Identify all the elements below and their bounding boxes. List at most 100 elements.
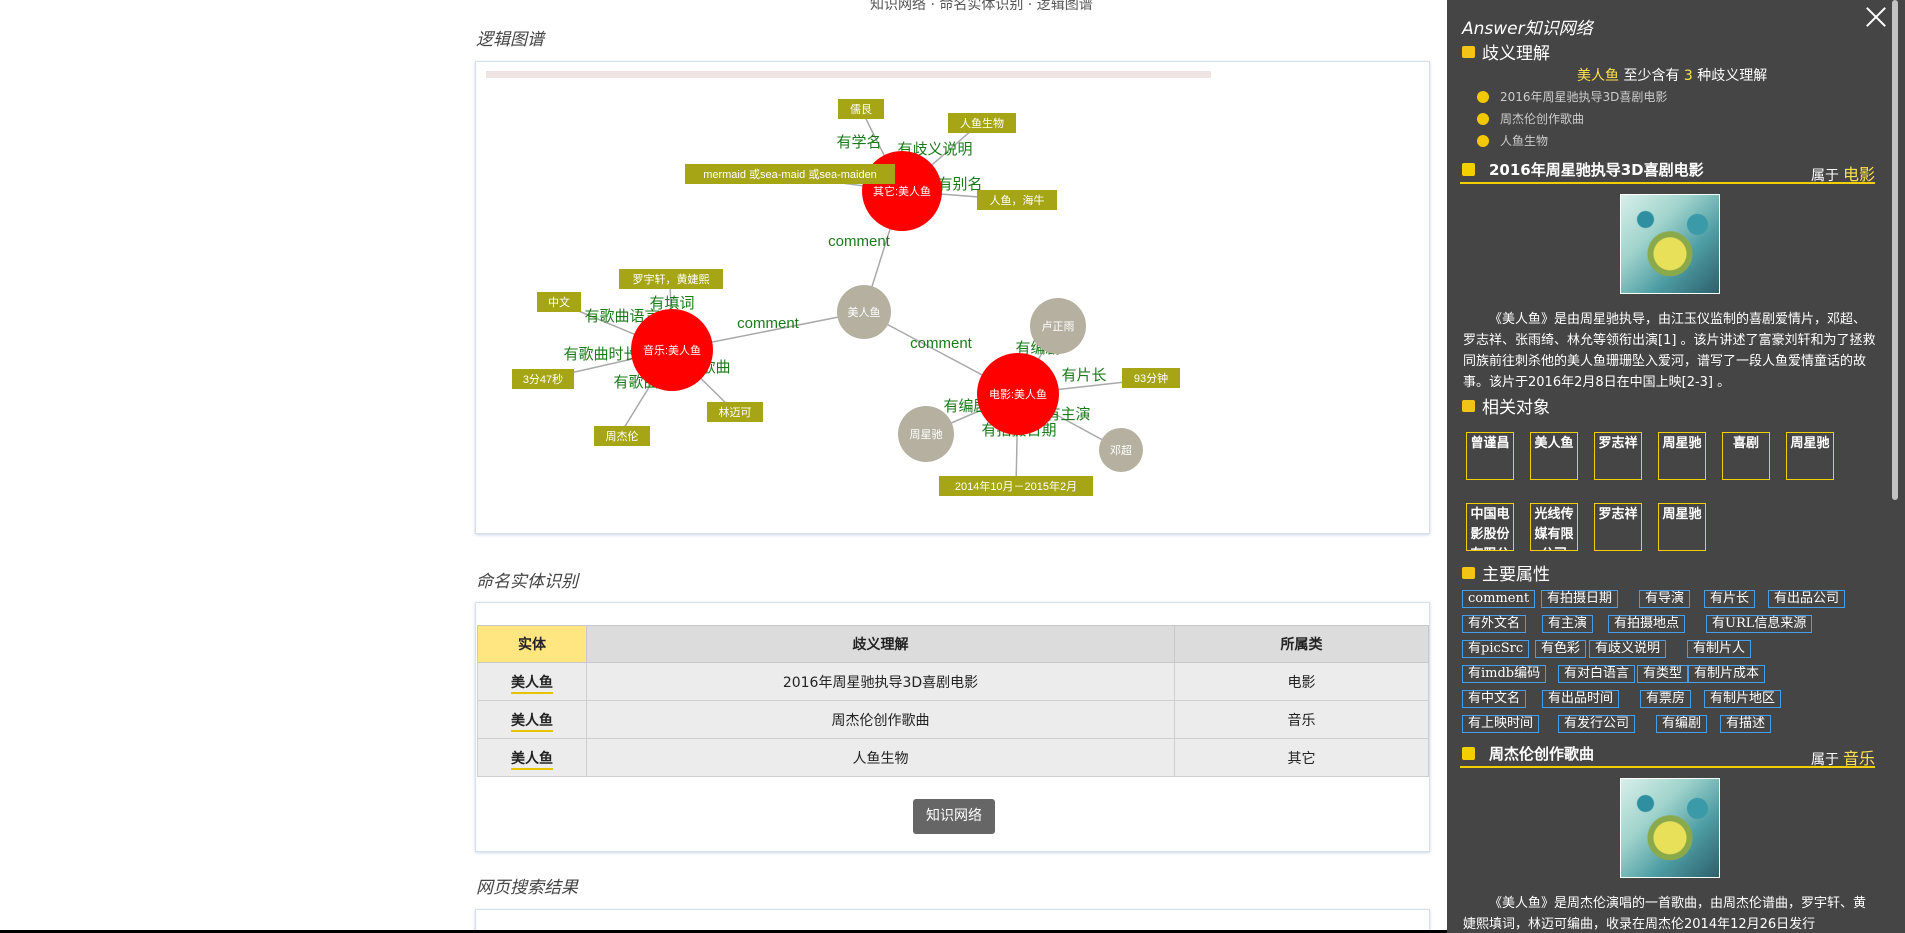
bullet-dot-icon (1477, 134, 1489, 147)
attribute-tag[interactable]: 有导演 (1639, 590, 1691, 608)
attribute-tag[interactable]: 有picSrc (1462, 640, 1530, 658)
attributes-heading: 主要属性 (1462, 560, 1550, 585)
ner-section-title: 命名实体识别 (476, 572, 578, 592)
related-heading-label: 相关对象 (1482, 398, 1550, 418)
attribute-tag[interactable]: 有色彩 (1535, 640, 1587, 658)
attributes-heading-label: 主要属性 (1482, 565, 1550, 585)
attribute-tag[interactable]: 有imdb编码 (1462, 665, 1547, 683)
attribute-tag[interactable]: 有制片成本 (1688, 665, 1766, 683)
related-item[interactable]: 曾谨昌 (1466, 432, 1514, 480)
drawer-scrollbar[interactable] (1892, 0, 1898, 500)
list-item[interactable]: 2016年周星驰执导3D喜剧电影 (1477, 86, 1667, 108)
thumbs-up-icon (1462, 400, 1475, 412)
sense-belong: 属于 音乐 (1811, 745, 1875, 769)
sense-title: 周杰伦创作歌曲 (1489, 745, 1595, 763)
sense-list-label: 2016年周星驰执导3D喜剧电影 (1500, 90, 1668, 104)
attribute-tag[interactable]: 有外文名 (1462, 615, 1527, 633)
category-cell: 其它 (1174, 738, 1429, 777)
attribute-tag[interactable]: 有类型 (1637, 665, 1689, 683)
node-label: 电影:美人鱼 (989, 387, 1047, 401)
table-row[interactable]: 美人鱼 人鱼生物 其它 (477, 738, 1429, 777)
song-cover-image (1620, 778, 1720, 878)
sense-list-label: 人鱼生物 (1500, 134, 1549, 148)
close-icon[interactable] (1863, 4, 1889, 30)
attribute-tag[interactable]: 有主演 (1542, 615, 1594, 633)
tag-label: 93分钟 (1134, 371, 1168, 385)
logic-graph-panel: comment comment comment 有学名 有歧义说明 有别名 有填… (475, 61, 1430, 534)
senses-list: 2016年周星驰执导3D喜剧电影 周杰伦创作歌曲 人鱼生物 (1477, 86, 1667, 152)
attribute-tag[interactable]: 有编剧 (1656, 715, 1708, 733)
edge-label: 有歌曲时长 (563, 346, 638, 363)
square-icon (1462, 747, 1475, 760)
attribute-tag[interactable]: 有URL信息来源 (1706, 615, 1813, 633)
attribute-tag[interactable]: 有票房 (1640, 690, 1692, 708)
related-item[interactable]: 罗志祥 (1594, 503, 1642, 551)
edge-label: 有别名 (937, 176, 982, 193)
knowledge-graph[interactable]: comment comment comment 有学名 有歧义说明 有别名 有填… (476, 62, 1431, 535)
list-item[interactable]: 周杰伦创作歌曲 (1477, 108, 1667, 130)
knowledge-network-button[interactable]: 知识网络 (913, 799, 995, 834)
related-item[interactable]: 美人鱼 (1530, 432, 1578, 480)
related-item[interactable]: 喜剧 (1722, 432, 1770, 480)
movie-poster-image (1620, 194, 1720, 294)
edge-label: 有学名 (836, 134, 881, 151)
attribute-tag[interactable]: 有拍摄地点 (1608, 615, 1686, 633)
related-heading: 相关对象 (1462, 393, 1550, 418)
attribute-tag[interactable]: 有歧义说明 (1589, 640, 1667, 658)
knowledge-network-drawer: Answer知识网络 歧义理解 美人鱼 至少含有 3 种歧义理解 2016年周星… (1447, 0, 1905, 933)
attribute-tag[interactable]: 有拍摄日期 (1541, 590, 1619, 608)
table-row[interactable]: 美人鱼 周杰伦创作歌曲 音乐 (477, 700, 1429, 739)
related-item[interactable]: 光线传媒有限公司 (1530, 503, 1578, 551)
list-item[interactable]: 人鱼生物 (1477, 130, 1667, 152)
graph-section-title: 逻辑图谱 (476, 30, 544, 50)
entity-cell: 美人鱼 (511, 674, 553, 694)
attribute-tag[interactable]: 有制片地区 (1704, 690, 1782, 708)
square-icon (1462, 163, 1475, 176)
attribute-tag[interactable]: 有发行公司 (1558, 715, 1636, 733)
belong-category-link[interactable]: 音乐 (1843, 749, 1875, 768)
column-header-category: 所属类 (1174, 625, 1429, 663)
category-cell: 音乐 (1174, 700, 1429, 739)
meaning-cell: 周杰伦创作歌曲 (586, 700, 1175, 739)
node-label: 周星驰 (910, 427, 943, 441)
related-item[interactable]: 罗志祥 (1594, 432, 1642, 480)
tag-label: 周杰伦 (606, 429, 639, 443)
attribute-tag[interactable]: comment (1462, 590, 1536, 608)
attribute-tag[interactable]: 有出品时间 (1542, 690, 1620, 708)
tag-label: 林迈可 (719, 405, 752, 419)
attribute-tag[interactable]: 有出品公司 (1768, 590, 1846, 608)
belong-category-link[interactable]: 电影 (1843, 165, 1875, 184)
sense-description: 《美人鱼》是周杰伦演唱的一首歌曲，由周杰伦谱曲，罗宇轩、黄婕熙填词，林迈可编曲，… (1463, 896, 1867, 932)
entity-cell: 美人鱼 (511, 750, 553, 770)
related-item[interactable]: 周星驰 (1786, 432, 1834, 480)
ambiguity-heading: 歧义理解 (1462, 39, 1550, 64)
attribute-tag[interactable]: 有制片人 (1687, 640, 1752, 658)
table-row[interactable]: 美人鱼 2016年周星驰执导3D喜剧电影 电影 (477, 662, 1429, 701)
tag-label: 罗宇轩，黄婕熙 (633, 272, 710, 286)
sense-list-label: 周杰伦创作歌曲 (1500, 112, 1585, 126)
bullet-dot-icon (1477, 90, 1489, 103)
belong-label: 属于 (1810, 168, 1839, 184)
related-item[interactable]: 周星驰 (1658, 503, 1706, 551)
sense-description: 《美人鱼》是由周星驰执导，由江玉仪监制的喜剧爱情片，邓超、罗志祥、张雨绮、林允等… (1463, 312, 1876, 390)
drawer-title: Answer知识网络 (1462, 19, 1593, 39)
node-label: 美人鱼 (848, 305, 881, 319)
meaning-cell: 人鱼生物 (586, 738, 1175, 777)
related-item[interactable]: 周星驰 (1658, 432, 1706, 480)
summary-pre: 至少含有 (1623, 68, 1680, 84)
sense-belong: 属于 电影 (1811, 161, 1875, 185)
ner-table: 实体 歧义理解 所属类 美人鱼 2016年周星驰执导3D喜剧电影 电影 美人鱼 … (477, 625, 1429, 777)
attribute-tag[interactable]: 有片长 (1704, 590, 1756, 608)
related-item[interactable]: 中国电影股份有限公司 (1466, 503, 1514, 551)
attribute-tag[interactable]: 有中文名 (1462, 690, 1527, 708)
tag-label: 2014年10月－2015年2月 (955, 479, 1077, 493)
sense-heading-music: 周杰伦创作歌曲 属于 音乐 (1460, 742, 1875, 768)
table-header-row: 实体 歧义理解 所属类 (477, 625, 1429, 663)
thumbs-up-icon (1462, 46, 1475, 58)
belong-label: 属于 (1810, 752, 1839, 768)
attribute-tag[interactable]: 有上映时间 (1462, 715, 1540, 733)
graph-nodes (631, 151, 1143, 472)
node-label: 其它:美人鱼 (873, 184, 931, 198)
attribute-tag[interactable]: 有对白语言 (1558, 665, 1636, 683)
attribute-tag[interactable]: 有描述 (1720, 715, 1772, 733)
